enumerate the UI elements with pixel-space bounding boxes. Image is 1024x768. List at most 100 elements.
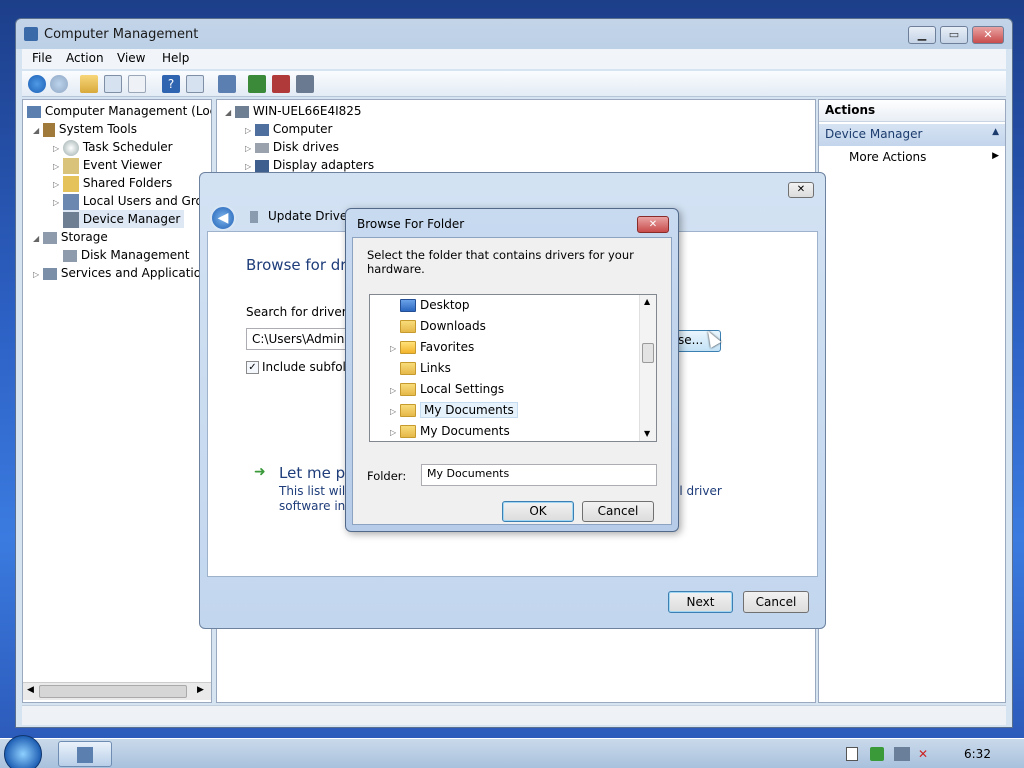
- folder-item-links[interactable]: Links: [400, 358, 451, 378]
- actions-header: Actions: [819, 100, 1005, 122]
- tray-action-center-icon[interactable]: [870, 747, 884, 761]
- scroll-up-icon[interactable]: ▲: [644, 297, 650, 306]
- actions-pane: Actions Device Manager ▲ More Actions ▶: [818, 99, 1006, 703]
- folder-item-desktop[interactable]: Desktop: [400, 295, 470, 315]
- action-pane-icon[interactable]: [186, 75, 204, 93]
- scroll-down-icon[interactable]: ▼: [644, 429, 650, 438]
- taskbar: ✕ 6:32: [0, 735, 1024, 768]
- folder-item-my-documents[interactable]: ▷ My Documents: [390, 421, 510, 441]
- dialog-close-button[interactable]: ✕: [788, 182, 814, 198]
- start-orb-icon[interactable]: [4, 735, 42, 768]
- folder-label: Favorites: [420, 340, 475, 354]
- help-icon[interactable]: ?: [162, 75, 180, 93]
- disk-drive-icon: [255, 142, 269, 153]
- tree-local-users[interactable]: ▷ Local Users and Group: [53, 192, 212, 212]
- tree-label: Shared Folders: [82, 176, 173, 190]
- update-driver-icon[interactable]: [248, 75, 266, 93]
- scroll-right-icon[interactable]: ▶: [197, 685, 204, 695]
- device-host[interactable]: ◢ WIN-UEL66E4I825: [225, 102, 362, 122]
- expand-arrow-icon[interactable]: ▷: [33, 266, 43, 284]
- menu-action[interactable]: Action: [66, 51, 104, 65]
- menu-file[interactable]: File: [32, 51, 52, 65]
- show-hide-tree-icon[interactable]: [104, 75, 122, 93]
- collapse-arrow-icon[interactable]: ◢: [225, 104, 235, 122]
- expand-arrow-icon[interactable]: ▷: [53, 194, 63, 212]
- minimize-button[interactable]: ▁: [908, 26, 936, 44]
- taskbar-clock[interactable]: 6:32: [964, 747, 991, 761]
- tree-root[interactable]: Computer Management (Local: [27, 102, 212, 120]
- downloads-folder-icon: [400, 320, 416, 333]
- tree-event-viewer[interactable]: ▷ Event Viewer: [53, 156, 162, 176]
- tree-storage[interactable]: ◢ Storage: [33, 228, 108, 248]
- folder-label: Local Settings: [420, 382, 505, 396]
- folder-item-downloads[interactable]: Downloads: [400, 316, 486, 336]
- services-icon: [43, 267, 57, 280]
- computer-icon: [27, 105, 41, 118]
- forward-icon[interactable]: [50, 75, 68, 93]
- computer-management-icon: [24, 27, 38, 41]
- green-arrow-icon: ➜: [254, 464, 266, 480]
- taskbar-computer-management[interactable]: [58, 741, 112, 767]
- collapse-up-icon[interactable]: ▲: [992, 127, 999, 137]
- tray-network-icon[interactable]: [894, 747, 910, 761]
- folder-vertical-scrollbar[interactable]: ▲ ▼: [639, 295, 656, 441]
- scroll-thumb[interactable]: [642, 343, 654, 363]
- tray-notes-icon[interactable]: [846, 747, 858, 761]
- close-button[interactable]: ✕: [972, 26, 1004, 44]
- tree-label: Local Users and Group: [82, 194, 212, 208]
- menu-help[interactable]: Help: [162, 51, 189, 65]
- let-me-pick-desc-tail: ll driver: [676, 484, 722, 498]
- expand-arrow-icon[interactable]: ▷: [390, 339, 400, 359]
- browse-close-button[interactable]: ✕: [637, 216, 669, 233]
- scan-hardware-icon[interactable]: [218, 75, 236, 93]
- tree-label: System Tools: [58, 122, 137, 136]
- tree-shared-folders[interactable]: ▷ Shared Folders: [53, 174, 172, 194]
- horizontal-scrollbar[interactable]: ◀ ▶: [23, 682, 211, 700]
- folder-item-favorites[interactable]: ▷ Favorites: [390, 337, 474, 357]
- menu-view[interactable]: View: [117, 51, 145, 65]
- device-item[interactable]: ▷ Computer: [245, 120, 332, 140]
- include-subfolders-checkbox[interactable]: ✓: [246, 361, 259, 374]
- properties-icon[interactable]: [128, 75, 146, 93]
- folder-tree[interactable]: Desktop Downloads ▷ Favorites Links ▷ Loca…: [369, 294, 657, 442]
- maximize-button[interactable]: ▭: [940, 26, 968, 44]
- tray-volume-muted-icon[interactable]: ✕: [918, 747, 932, 761]
- scroll-thumb[interactable]: [39, 685, 187, 698]
- tree-disk-management[interactable]: Disk Management: [63, 246, 189, 264]
- more-actions[interactable]: More Actions ▶: [849, 150, 999, 164]
- collapse-arrow-icon[interactable]: ◢: [33, 122, 43, 140]
- folder-name-input[interactable]: My Documents: [421, 464, 657, 486]
- console-tree: Computer Management (Local ◢ System Tool…: [22, 99, 212, 703]
- tree-root-label: Computer Management (Local: [44, 104, 212, 118]
- expand-arrow-icon[interactable]: ▷: [390, 423, 400, 441]
- shortcut-folder-icon: [400, 425, 416, 438]
- tree-task-scheduler[interactable]: ▷ Task Scheduler: [53, 138, 173, 158]
- collapse-arrow-icon[interactable]: ◢: [33, 230, 43, 248]
- browse-for-folder-dialog: Browse For Folder ✕ Select the folder th…: [345, 208, 679, 532]
- display-adapter-icon: [255, 159, 269, 172]
- tools-icon: [43, 122, 55, 137]
- device-item[interactable]: ▷ Disk drives: [245, 138, 339, 158]
- ok-button[interactable]: OK: [502, 501, 574, 522]
- update-cancel-button[interactable]: Cancel: [743, 591, 809, 613]
- folder-item-local-settings[interactable]: ▷ Local Settings: [390, 379, 504, 399]
- back-icon[interactable]: [28, 75, 46, 93]
- up-folder-icon[interactable]: [80, 75, 98, 93]
- tree-device-manager[interactable]: Device Manager: [63, 210, 185, 228]
- device-manager-icon: [63, 211, 79, 228]
- browse-cancel-button[interactable]: Cancel: [582, 501, 654, 522]
- disable-device-icon[interactable]: [272, 75, 290, 93]
- device-host-label: WIN-UEL66E4I825: [252, 104, 362, 118]
- folder-item-my-documents-selected[interactable]: ▷ My Documents: [390, 400, 518, 420]
- clock-icon: [63, 139, 79, 156]
- toolbar: ?: [22, 71, 1006, 97]
- tree-system-tools[interactable]: ◢ System Tools: [33, 120, 137, 140]
- next-button[interactable]: Next: [668, 591, 733, 613]
- expand-arrow-icon[interactable]: ▷: [390, 381, 400, 401]
- tree-services[interactable]: ▷ Services and Applications: [33, 264, 211, 284]
- scroll-left-icon[interactable]: ◀: [27, 685, 34, 695]
- uninstall-device-icon[interactable]: [296, 75, 314, 93]
- actions-section-device-manager[interactable]: Device Manager ▲: [819, 124, 1005, 146]
- expand-arrow-icon[interactable]: ▷: [390, 402, 400, 422]
- back-arrow-icon[interactable]: ◀: [210, 205, 236, 231]
